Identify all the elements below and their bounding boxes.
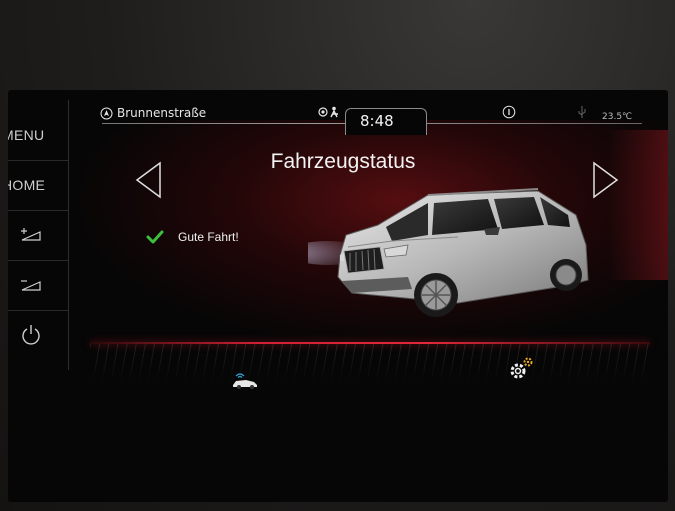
home-button-label: HOME — [8, 177, 46, 193]
floor-grid — [90, 344, 650, 384]
power-icon — [22, 325, 40, 345]
navigation-icon — [100, 107, 113, 119]
clock: 8:48 — [360, 112, 394, 130]
arrow-left-icon[interactable] — [132, 160, 166, 200]
current-street[interactable]: Brunnenstraße — [100, 106, 206, 120]
vehicle-status-message: Gute Fahrt! — [146, 230, 239, 244]
outside-temperature: 23.5℃ — [602, 112, 633, 122]
status-bar: Brunnenstraße 8:48 23.5℃ — [90, 100, 650, 135]
page-title: Fahrzeugstatus — [270, 150, 416, 173]
car-connect-icon[interactable] — [230, 370, 260, 390]
menu-button-label: MENU — [8, 127, 45, 143]
usb-icon — [578, 106, 586, 118]
volume-up-icon — [21, 228, 41, 241]
checkmark-icon — [146, 230, 164, 244]
settings-gears-icon[interactable] — [508, 355, 536, 381]
infotainment-screen: MENU HOME — [8, 90, 668, 502]
photo-frame: MENU HOME — [0, 0, 675, 511]
status-text: Gute Fahrt! — [178, 230, 239, 244]
volume-up-button[interactable] — [8, 210, 68, 261]
info-icon[interactable] — [502, 105, 516, 119]
street-name: Brunnenstraße — [117, 106, 207, 120]
power-button[interactable] — [8, 310, 68, 360]
volume-down-button[interactable] — [8, 260, 68, 311]
tab-strip — [90, 330, 650, 410]
vehicle-image — [308, 188, 589, 317]
side-menu: MENU HOME — [8, 100, 69, 370]
home-button[interactable]: HOME — [8, 160, 68, 211]
menu-button[interactable]: MENU — [8, 110, 68, 161]
volume-down-icon — [21, 280, 41, 291]
traffic-icon — [318, 106, 338, 118]
edge-glow — [608, 130, 668, 280]
